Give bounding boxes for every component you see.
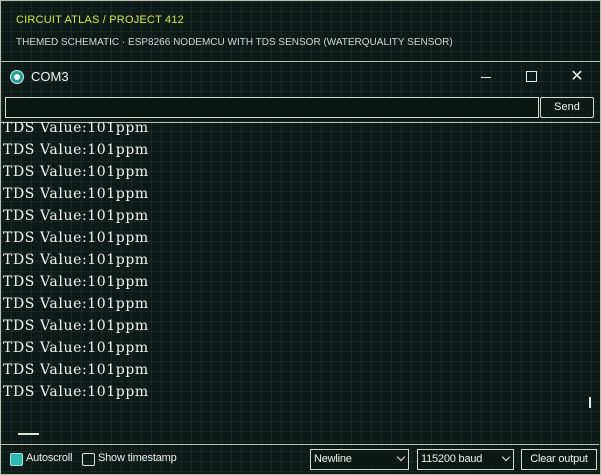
maximize-icon[interactable] [520, 66, 542, 88]
schematic-subtitle: THEMED SCHEMATIC · ESP8266 NODEMCU WITH … [16, 37, 453, 48]
chevron-down-icon [396, 452, 406, 462]
minimize-icon[interactable] [475, 66, 497, 88]
line-ending-value: Newline [314, 453, 352, 465]
output-line: TDS Value:101ppm [3, 318, 149, 334]
output-line: TDS Value:101ppm [3, 296, 149, 312]
output-scroll-marker [589, 397, 591, 408]
output-line: TDS Value:101ppm [3, 186, 149, 202]
output-line: TDS Value:101ppm [3, 230, 149, 246]
timestamp-label: Show timestamp [98, 452, 177, 464]
send-bar: Send [1, 92, 599, 122]
output-line: TDS Value:101ppm [3, 362, 149, 378]
baud-rate-value: 115200 baud [421, 453, 483, 465]
send-button[interactable]: Send [540, 97, 594, 118]
page-header: CIRCUIT ATLAS / PROJECT 412 THEMED SCHEM… [16, 0, 586, 62]
bottom-toolbar: Autoscroll Show timestamp Newline 115200… [1, 444, 599, 475]
chevron-down-icon [501, 452, 511, 462]
close-icon[interactable]: ✕ [566, 66, 588, 88]
serial-input[interactable] [5, 97, 539, 118]
brand-title: CIRCUIT ATLAS / PROJECT 412 [16, 14, 185, 26]
header-divider [1, 61, 600, 62]
clear-output-button[interactable]: Clear output [521, 449, 597, 470]
serial-output[interactable]: TDS Value:101ppm TDS Value:101ppm TDS Valu… [1, 122, 599, 444]
autoscroll-checkbox[interactable] [10, 453, 23, 466]
line-ending-select[interactable]: Newline [310, 449, 409, 470]
output-line: TDS Value:101ppm [3, 164, 149, 180]
output-line: TDS Value:101ppm [3, 122, 149, 136]
output-line: TDS Value:101ppm [3, 384, 149, 400]
serial-monitor-icon [10, 70, 24, 84]
output-line: TDS Value:101ppm [3, 208, 149, 224]
timestamp-checkbox[interactable] [82, 453, 95, 466]
output-line: TDS Value:101ppm [3, 252, 149, 268]
output-line: TDS Value:101ppm [3, 274, 149, 290]
window-titlebar: COM3 ✕ [1, 63, 599, 91]
baud-rate-select[interactable]: 115200 baud [417, 449, 514, 470]
output-line: TDS Value:101ppm [3, 340, 149, 356]
autoscroll-label: Autoscroll [26, 452, 73, 464]
horizontal-scrollbar[interactable] [18, 433, 39, 435]
output-line: TDS Value:101ppm [3, 142, 149, 158]
window-title: COM3 [31, 69, 69, 84]
